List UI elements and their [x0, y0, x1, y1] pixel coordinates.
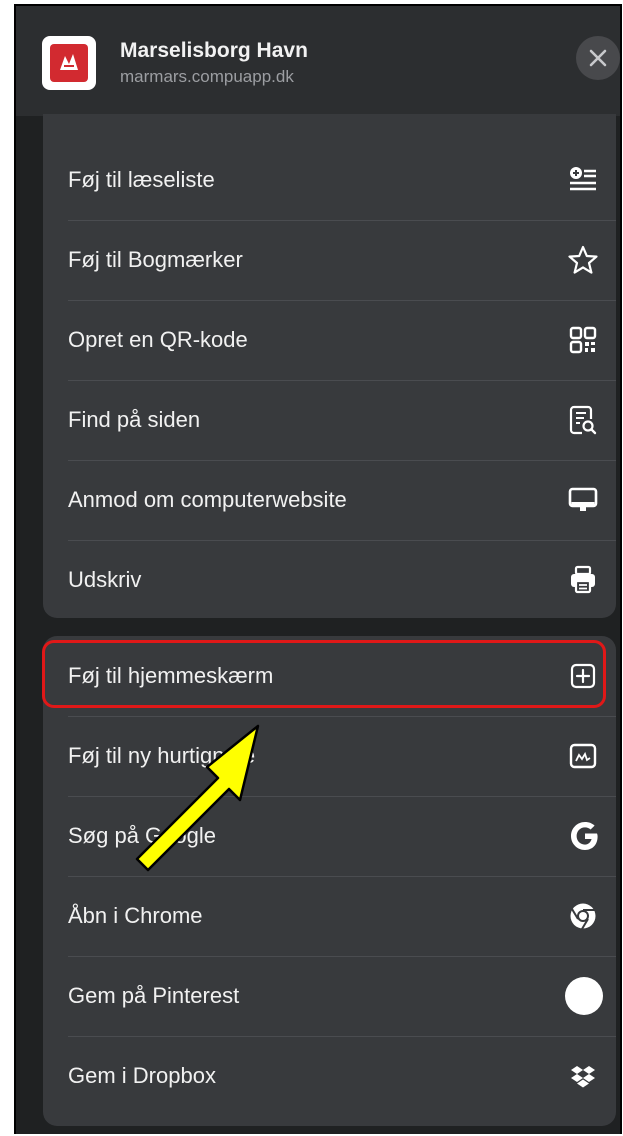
menu-item-label: Søg på Google	[68, 823, 216, 848]
menu-item-label: Opret en QR-kode	[68, 327, 248, 352]
site-title: Marselisborg Havn	[120, 39, 308, 62]
close-icon	[589, 49, 607, 67]
printer-icon	[568, 565, 598, 595]
menu-item-quick-note[interactable]: Føj til ny hurtignote	[43, 716, 616, 796]
close-button[interactable]	[576, 36, 620, 80]
highlight-box	[42, 640, 606, 708]
menu-item-qr-code[interactable]: Opret en QR-kode	[43, 300, 616, 380]
menu-item-label: Åbn i Chrome	[68, 903, 203, 928]
menu-item-label: Føj til Bogmærker	[68, 247, 243, 272]
site-url: marmars.compuapp.dk	[120, 67, 294, 86]
pinterest-icon	[564, 976, 604, 1016]
menu-item-dropbox[interactable]: Gem i Dropbox	[43, 1036, 616, 1116]
menu-item-desktop-site[interactable]: Anmod om computerwebsite	[43, 460, 616, 540]
site-logo	[42, 36, 96, 90]
star-icon	[568, 245, 598, 275]
menu-item-reading-list[interactable]: Føj til læseliste	[43, 140, 616, 220]
dropbox-icon	[568, 1061, 598, 1091]
desktop-icon	[568, 485, 598, 515]
menu-item-label: Find på siden	[68, 407, 201, 432]
reading-list-icon	[568, 165, 598, 195]
menu-group-extensions: Føj til hjemmeskærm Føj til ny hurtignot…	[43, 636, 616, 1126]
menu-item-find-in-page[interactable]: Find på siden	[43, 380, 616, 460]
google-icon	[568, 819, 602, 853]
chrome-icon	[568, 901, 598, 931]
sheet-header: Marselisborg Havn marmars.compuapp.dk	[16, 6, 620, 116]
menu-group-page-actions: Føj til læseliste Føj til Bogmærker Opre…	[43, 114, 616, 618]
find-in-page-icon	[568, 405, 598, 435]
menu-item-open-in-chrome[interactable]: Åbn i Chrome	[43, 876, 616, 956]
menu-item-label: Gem på Pinterest	[68, 983, 240, 1008]
qr-code-icon	[568, 325, 598, 355]
share-sheet: Marselisborg Havn marmars.compuapp.dk Fø…	[14, 4, 622, 1134]
menu-item-bookmarks[interactable]: Føj til Bogmærker	[43, 220, 616, 300]
menu-item-label: Føj til ny hurtignote	[68, 743, 256, 768]
menu-item-label: Gem i Dropbox	[68, 1063, 216, 1088]
menu-item-label: Udskriv	[68, 567, 142, 592]
menu-item-google-search[interactable]: Søg på Google	[43, 796, 616, 876]
quick-note-icon	[568, 741, 598, 771]
menu-item-print[interactable]: Udskriv	[43, 540, 616, 620]
menu-item-label: Anmod om computerwebsite	[68, 487, 347, 512]
menu-item-pinterest[interactable]: Gem på Pinterest	[43, 956, 616, 1036]
menu-item-label: Føj til læseliste	[68, 167, 215, 192]
